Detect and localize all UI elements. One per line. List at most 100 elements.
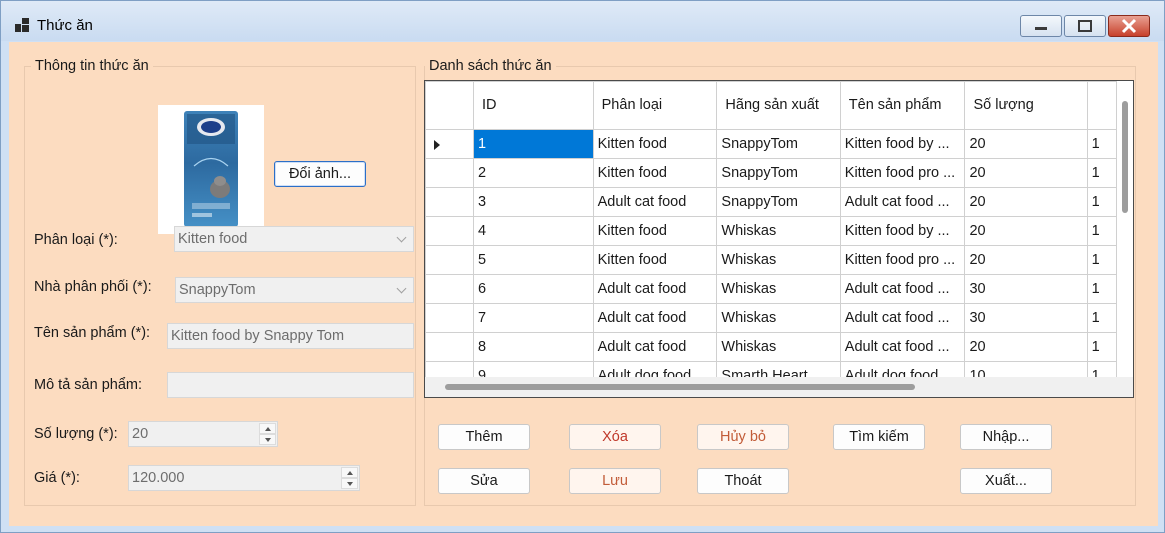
row-header-cell[interactable]	[425, 332, 474, 362]
column-header-category[interactable]: Phân loại	[592, 81, 718, 130]
row-header-cell[interactable]	[425, 158, 474, 188]
cell-next[interactable]: 1	[1086, 361, 1117, 377]
cell-product-name[interactable]: Kitten food by ...	[839, 129, 966, 159]
maximize-button[interactable]	[1064, 15, 1106, 37]
table-row[interactable]: 8 Adult cat food Whiskas Adult cat food ...…	[425, 332, 1117, 362]
row-header-cell[interactable]	[425, 216, 474, 246]
cell-next[interactable]: 1	[1086, 187, 1117, 217]
cell-quantity[interactable]: 20	[964, 216, 1088, 246]
cell-category[interactable]: Adult cat food	[592, 332, 718, 362]
quantity-stepper[interactable]: 20	[128, 421, 278, 447]
row-header-cell[interactable]	[425, 274, 474, 304]
search-button[interactable]: Tìm kiếm	[833, 424, 925, 450]
cell-category[interactable]: Adult cat food	[592, 274, 718, 304]
row-header-cell[interactable]	[425, 245, 474, 275]
title-bar[interactable]: Thức ăn	[1, 1, 1164, 41]
cell-quantity[interactable]: 20	[964, 245, 1088, 275]
column-header-product-name[interactable]: Tên sản phẩm	[839, 81, 966, 130]
cell-id[interactable]: 5	[472, 245, 594, 275]
cell-category[interactable]: Adult cat food	[592, 187, 718, 217]
cell-brand[interactable]: Whiskas	[716, 245, 841, 275]
change-image-button[interactable]: Đổi ảnh...	[274, 161, 366, 187]
save-button[interactable]: Lưu	[569, 468, 661, 494]
description-input[interactable]	[167, 372, 414, 398]
chevron-down-icon[interactable]	[391, 227, 413, 251]
cell-category[interactable]: Adult dog food	[592, 361, 718, 377]
cell-quantity[interactable]: 10	[964, 361, 1088, 377]
horizontal-scroll-thumb[interactable]	[445, 384, 915, 390]
column-header-id[interactable]: ID	[472, 81, 594, 130]
column-header-next[interactable]	[1086, 81, 1117, 130]
cell-brand[interactable]: Whiskas	[716, 216, 841, 246]
product-name-input[interactable]: Kitten food by Snappy Tom	[167, 323, 414, 349]
cell-brand[interactable]: Smarth Heart	[716, 361, 841, 377]
cell-next[interactable]: 1	[1086, 303, 1117, 333]
cell-id[interactable]: 1	[472, 129, 594, 159]
table-row[interactable]: 6 Adult cat food Whiskas Adult cat food ...…	[425, 274, 1117, 304]
price-up-button[interactable]	[341, 467, 358, 478]
price-down-button[interactable]	[341, 478, 358, 489]
add-button[interactable]: Thêm	[438, 424, 530, 450]
table-row[interactable]: 4 Kitten food Whiskas Kitten food by ... 20 1	[425, 216, 1117, 246]
cell-quantity[interactable]: 30	[964, 274, 1088, 304]
cell-quantity[interactable]: 20	[964, 332, 1088, 362]
row-header-corner[interactable]	[425, 81, 474, 130]
cell-product-name[interactable]: Adult dog food ...	[839, 361, 966, 377]
column-header-quantity[interactable]: Số lượng	[964, 81, 1088, 130]
cell-product-name[interactable]: Adult cat food ...	[839, 332, 966, 362]
cell-next[interactable]: 1	[1086, 332, 1117, 362]
row-header-cell[interactable]	[425, 361, 474, 377]
chevron-down-icon[interactable]	[391, 278, 413, 302]
cell-product-name[interactable]: Adult cat food ...	[839, 303, 966, 333]
food-data-grid[interactable]: ID Phân loại Hãng sản xuất Tên sản phẩm …	[424, 80, 1134, 398]
cell-id[interactable]: 3	[472, 187, 594, 217]
cell-quantity[interactable]: 30	[964, 303, 1088, 333]
row-header-cell[interactable]	[425, 303, 474, 333]
table-row[interactable]: 9 Adult dog food Smarth Heart Adult dog foo…	[425, 361, 1117, 377]
exit-button[interactable]: Thoát	[697, 468, 789, 494]
minimize-button[interactable]	[1020, 15, 1062, 37]
cell-category[interactable]: Kitten food	[592, 245, 718, 275]
cell-product-name[interactable]: Kitten food pro ...	[839, 245, 966, 275]
cell-brand[interactable]: Whiskas	[716, 274, 841, 304]
cell-id[interactable]: 6	[472, 274, 594, 304]
cell-brand[interactable]: SnappyTom	[716, 187, 841, 217]
cell-id[interactable]: 2	[472, 158, 594, 188]
table-row[interactable]: 1 Kitten food SnappyTom Kitten food by ... 2…	[425, 129, 1117, 159]
horizontal-scrollbar[interactable]	[425, 377, 1117, 397]
cell-category[interactable]: Kitten food	[592, 129, 718, 159]
cell-product-name[interactable]: Adult cat food ...	[839, 274, 966, 304]
cell-product-name[interactable]: Adult cat food ...	[839, 187, 966, 217]
cell-brand[interactable]: Whiskas	[716, 303, 841, 333]
cell-product-name[interactable]: Kitten food by ...	[839, 216, 966, 246]
row-header-cell[interactable]	[425, 187, 474, 217]
cell-category[interactable]: Kitten food	[592, 158, 718, 188]
cell-id[interactable]: 9	[472, 361, 594, 377]
cell-quantity[interactable]: 20	[964, 129, 1088, 159]
category-select[interactable]: Kitten food	[174, 226, 414, 252]
quantity-down-button[interactable]	[259, 434, 276, 445]
price-stepper[interactable]: 120.000	[128, 465, 360, 491]
cell-next[interactable]: 1	[1086, 274, 1117, 304]
vertical-scroll-thumb[interactable]	[1122, 101, 1128, 213]
quantity-up-button[interactable]	[259, 423, 276, 434]
table-row[interactable]: 2 Kitten food SnappyTom Kitten food pro ...…	[425, 158, 1117, 188]
cell-next[interactable]: 1	[1086, 129, 1117, 159]
edit-button[interactable]: Sửa	[438, 468, 530, 494]
cancel-button[interactable]: Hủy bỏ	[697, 424, 789, 450]
distributor-select[interactable]: SnappyTom	[175, 277, 414, 303]
cell-quantity[interactable]: 20	[964, 158, 1088, 188]
cell-id[interactable]: 4	[472, 216, 594, 246]
vertical-scrollbar[interactable]	[1117, 81, 1133, 377]
delete-button[interactable]: Xóa	[569, 424, 661, 450]
cell-id[interactable]: 7	[472, 303, 594, 333]
cell-quantity[interactable]: 20	[964, 187, 1088, 217]
close-button[interactable]	[1108, 15, 1150, 37]
cell-brand[interactable]: SnappyTom	[716, 158, 841, 188]
cell-next[interactable]: 1	[1086, 245, 1117, 275]
column-header-brand[interactable]: Hãng sản xuất	[716, 81, 841, 130]
table-row[interactable]: 7 Adult cat food Whiskas Adult cat food ...…	[425, 303, 1117, 333]
export-button[interactable]: Xuất...	[960, 468, 1052, 494]
cell-next[interactable]: 1	[1086, 216, 1117, 246]
cell-category[interactable]: Adult cat food	[592, 303, 718, 333]
